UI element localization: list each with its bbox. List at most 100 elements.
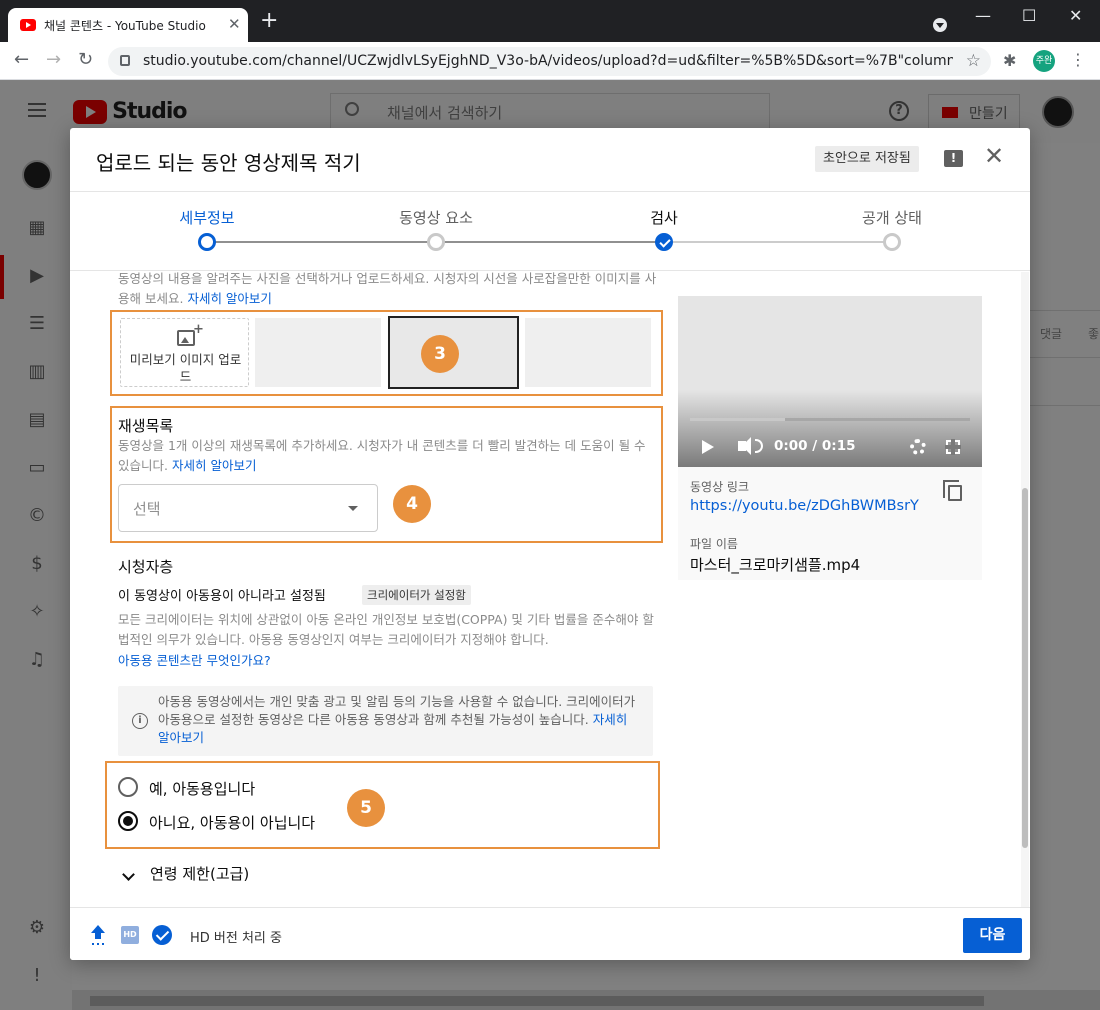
chevron-down-icon[interactable]: [122, 870, 134, 882]
bookmark-star-icon[interactable]: ☆: [966, 51, 981, 71]
window-maximize-button[interactable]: ☐: [1022, 6, 1036, 25]
copy-icon[interactable]: [943, 480, 962, 501]
info-icon: i: [132, 713, 148, 729]
radio-made-for-kids-yes[interactable]: [118, 777, 138, 797]
studio-logo[interactable]: Studio: [73, 99, 188, 124]
upload-thumbnail-button[interactable]: + 미리보기 이미지 업로드: [120, 318, 249, 387]
step-visibility-label[interactable]: 공개 상태: [862, 207, 922, 228]
file-name: 마스터_크로마키샘플.mp4: [690, 556, 861, 574]
content-icon[interactable]: ▶: [27, 266, 47, 286]
gear-icon[interactable]: [910, 439, 926, 455]
chevron-down-icon: [348, 506, 358, 511]
customization-icon[interactable]: ✧: [27, 602, 47, 622]
dashboard-icon[interactable]: ▦: [27, 218, 47, 238]
audience-status: 이 동영상이 아동용이 아니라고 설정됨: [118, 589, 326, 604]
step-checks-dot[interactable]: [655, 233, 673, 251]
tab-close-icon[interactable]: ✕: [228, 15, 241, 33]
comments-icon[interactable]: ▤: [27, 410, 47, 430]
extensions-icon[interactable]: ✱: [1003, 51, 1016, 70]
video-time: 0:00 / 0:15: [774, 438, 856, 454]
send-feedback-icon[interactable]: !: [27, 966, 47, 986]
lock-icon: [120, 55, 130, 66]
new-tab-button[interactable]: +: [260, 10, 278, 32]
thumbnail-option-3[interactable]: [525, 318, 651, 387]
volume-wave-icon: [755, 439, 763, 453]
step-details-label[interactable]: 세부정보: [179, 207, 234, 228]
radio-made-for-kids-yes-label[interactable]: 예, 아동용입니다: [149, 778, 255, 799]
upload-thumbnail-label: 미리보기 이미지 업로드: [129, 352, 242, 384]
playlist-learn-more-link[interactable]: 자세히 알아보기: [172, 458, 256, 473]
step-visibility-dot[interactable]: [883, 233, 901, 251]
step-badge-5: 5: [347, 789, 385, 827]
audio-library-icon[interactable]: ♫: [27, 650, 47, 670]
window-minimize-button[interactable]: —: [975, 6, 991, 25]
add-image-plus-icon: +: [193, 322, 204, 337]
settings-icon[interactable]: ⚙: [27, 918, 47, 938]
background-divider: [1030, 310, 1100, 311]
check-circle-icon: [152, 925, 172, 945]
youtube-favicon-icon: [20, 19, 36, 31]
feedback-icon[interactable]: !: [944, 150, 963, 167]
next-button[interactable]: 다음: [963, 918, 1022, 953]
browser-menu-icon[interactable]: ⋮: [1070, 50, 1086, 69]
volume-icon[interactable]: [738, 437, 751, 455]
search-icon: [345, 102, 359, 116]
tab-title: 채널 콘텐츠 - YouTube Studio: [44, 19, 206, 33]
browser-toolbar: ← → ↻ studio.youtube.com/channel/UCZwjdl…: [0, 42, 1100, 80]
playlist-select[interactable]: 선택: [118, 484, 378, 532]
step-elements-label[interactable]: 동영상 요소: [399, 207, 473, 228]
step-details-dot[interactable]: [198, 233, 216, 251]
monetization-icon[interactable]: $: [27, 554, 47, 574]
fullscreen-icon[interactable]: [945, 439, 961, 455]
background-column-comments: 댓글: [1040, 327, 1063, 341]
thumbnail-learn-more-link[interactable]: 자세히 알아보기: [187, 291, 271, 306]
subtitles-icon[interactable]: ▭: [27, 458, 47, 478]
radio-made-for-kids-no[interactable]: [118, 811, 138, 831]
step-elements-dot[interactable]: [427, 233, 445, 251]
age-restriction-toggle[interactable]: 연령 제한(고급): [150, 863, 249, 884]
channel-avatar[interactable]: [1042, 96, 1074, 128]
analytics-icon[interactable]: ▥: [27, 362, 47, 382]
close-icon[interactable]: ✕: [984, 144, 1004, 168]
radio-made-for-kids-no-label[interactable]: 아니요, 아동용이 아닙니다: [149, 812, 315, 833]
url-text[interactable]: studio.youtube.com/channel/UCZwjdlvLSyEj…: [143, 53, 953, 69]
channel-search-input[interactable]: 채널에서 검색하기: [330, 93, 770, 129]
tab-search-icon[interactable]: [933, 18, 947, 32]
video-player[interactable]: 0:00 / 0:15: [678, 296, 982, 467]
thumbnail-option-1[interactable]: [255, 318, 381, 387]
audience-title: 시청자층: [118, 558, 174, 576]
help-icon[interactable]: ?: [889, 101, 909, 121]
back-icon[interactable]: ←: [14, 50, 29, 70]
play-icon[interactable]: [702, 440, 714, 454]
dialog-scrollbar-thumb[interactable]: [1022, 488, 1028, 848]
step-checks-label[interactable]: 검사: [650, 207, 678, 228]
address-bar[interactable]: studio.youtube.com/channel/UCZwjdlvLSyEj…: [108, 47, 991, 76]
video-progress-fill: [690, 418, 785, 421]
forward-icon[interactable]: →: [46, 50, 61, 70]
youtube-logo-icon: [73, 99, 107, 124]
kids-info-box: i 아동용 동영상에서는 개인 맞춤 광고 및 알림 등의 기능을 사용할 수 …: [118, 686, 653, 756]
reload-icon[interactable]: ↻: [78, 50, 93, 70]
upload-stepper: 세부정보 동영상 요소 검사 공개 상태: [70, 191, 1030, 271]
sidebar-channel-avatar[interactable]: [22, 160, 52, 190]
background-divider: [1030, 357, 1100, 358]
playlists-icon[interactable]: ☰: [27, 314, 47, 334]
create-button[interactable]: 만들기: [928, 94, 1020, 130]
kids-content-link[interactable]: 아동용 콘텐츠란 무엇인가요?: [118, 651, 658, 671]
browser-tab[interactable]: 채널 콘텐츠 - YouTube Studio ✕: [8, 8, 248, 42]
window-close-button[interactable]: ✕: [1069, 6, 1082, 25]
search-placeholder: 채널에서 검색하기: [387, 104, 503, 122]
upload-dialog: 업로드 되는 동안 영상제목 적기 초안으로 저장됨 ! ✕ 세부정보 동영상 …: [70, 128, 1030, 960]
hamburger-menu-icon[interactable]: [28, 103, 46, 117]
browser-titlebar: 채널 콘텐츠 - YouTube Studio ✕ + — ☐ ✕: [0, 0, 1100, 42]
page-horizontal-scrollbar-thumb[interactable]: [90, 996, 984, 1006]
background-divider: [1030, 405, 1100, 406]
hd-icon: HD: [121, 926, 139, 944]
copyright-icon[interactable]: ©: [27, 506, 47, 526]
draft-saved-chip: 초안으로 저장됨: [815, 146, 919, 172]
studio-logo-text: Studio: [112, 99, 187, 124]
thumbnail-description: 동영상의 내용을 알려주는 사진을 선택하거나 업로드하세요. 시청자의 시선을…: [118, 269, 658, 309]
profile-avatar[interactable]: 주완: [1033, 50, 1055, 72]
video-link[interactable]: https://youtu.be/zDGhBWMBsrY: [690, 498, 919, 514]
processing-status: HD 버전 처리 중: [190, 931, 282, 946]
